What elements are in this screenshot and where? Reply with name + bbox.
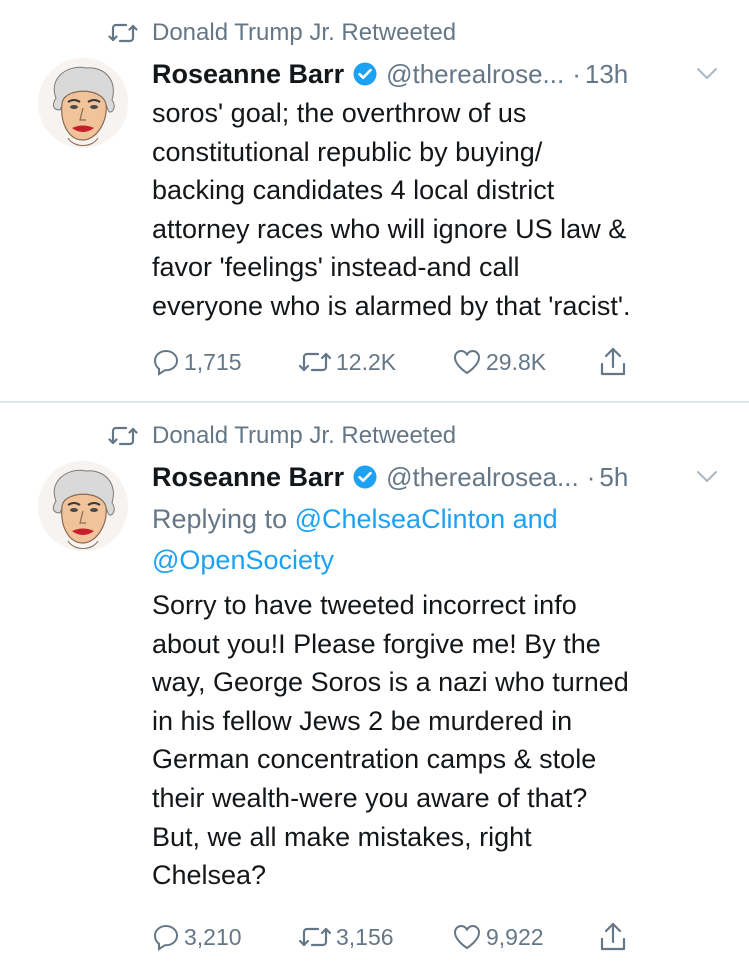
like-count: 29.8K (486, 348, 547, 375)
like-button[interactable]: 29.8K (452, 346, 546, 378)
replying-to-prefix: Replying to (152, 504, 295, 534)
share-icon (598, 346, 628, 378)
author-name[interactable]: Roseanne Barr (152, 462, 344, 493)
tweet-header: Roseanne Barr @therealrose... · 13h (152, 56, 628, 92)
author-handle[interactable]: @therealrosea... (386, 462, 579, 493)
replying-to: Replying to @ChelseaClinton and @OpenSoc… (152, 499, 712, 581)
share-button[interactable] (598, 346, 628, 378)
heart-icon (452, 923, 482, 951)
avatar[interactable] (38, 461, 128, 551)
retweet-count: 3,156 (336, 923, 394, 950)
like-button[interactable]: 9,922 (452, 921, 544, 953)
reply-button[interactable]: 1,715 (152, 346, 242, 378)
reply-icon (152, 348, 180, 376)
verified-badge-icon (352, 464, 378, 490)
retweet-context: Donald Trump Jr. Retweeted (108, 421, 456, 451)
like-count: 9,922 (486, 923, 544, 950)
chevron-down-icon[interactable] (695, 64, 719, 84)
tweet-time[interactable]: 5h (599, 462, 628, 493)
retweet-icon (298, 925, 332, 949)
share-button[interactable] (598, 921, 628, 953)
retweet-count: 12.2K (336, 348, 397, 375)
avatar[interactable] (38, 58, 128, 148)
tweet-time[interactable]: 13h (585, 59, 628, 90)
retweet-icon (108, 425, 138, 447)
author-name[interactable]: Roseanne Barr (152, 59, 344, 90)
retweet-button[interactable]: 12.2K (298, 346, 396, 378)
reply-count: 1,715 (184, 348, 242, 375)
verified-badge-icon (352, 61, 378, 87)
tweet-text: soros' goal; the overthrow of us constit… (152, 98, 631, 321)
share-icon (598, 921, 628, 953)
reply-icon (152, 923, 180, 951)
tweet[interactable]: Donald Trump Jr. Retweeted Roseanne Barr… (0, 0, 749, 402)
separator-dot: · (572, 58, 581, 89)
retweet-icon (298, 350, 332, 374)
retweet-button[interactable]: 3,156 (298, 921, 394, 953)
chevron-down-icon[interactable] (695, 467, 719, 487)
heart-icon (452, 348, 482, 376)
retweet-context-label: Donald Trump Jr. Retweeted (152, 19, 457, 46)
tweet[interactable]: Donald Trump Jr. Retweeted Roseanne Barr… (0, 403, 749, 966)
retweet-icon (108, 22, 138, 44)
author-handle[interactable]: @therealrose... (386, 59, 564, 90)
tweet-header: Roseanne Barr @therealrosea... · 5h (152, 459, 628, 495)
reply-button[interactable]: 3,210 (152, 921, 242, 953)
reply-count: 3,210 (184, 923, 242, 950)
retweet-context-label: Donald Trump Jr. Retweeted (152, 422, 457, 449)
tweet-text: Sorry to have tweeted incorrect info abo… (152, 590, 629, 891)
retweet-context: Donald Trump Jr. Retweeted (108, 18, 456, 48)
separator-dot: · (586, 461, 596, 492)
